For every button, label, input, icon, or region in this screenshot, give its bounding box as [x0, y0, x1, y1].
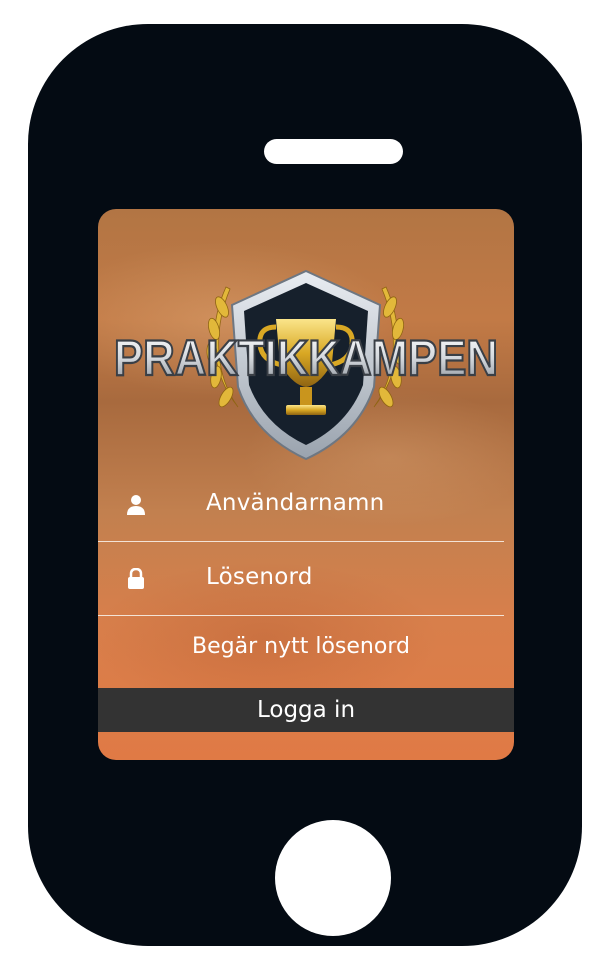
app-screen: PRAKTIKKAMPEN Användarnamn Lösenord Begä… [98, 209, 514, 760]
home-button[interactable] [275, 820, 391, 936]
password-field[interactable]: Lösenord [98, 541, 504, 616]
praktikkampen-logo: PRAKTIKKAMPEN [113, 269, 499, 461]
password-input-placeholder: Lösenord [206, 564, 313, 590]
user-icon [127, 495, 145, 515]
forgot-password-link[interactable]: Begär nytt lösenord [98, 634, 504, 659]
phone-speaker [264, 139, 403, 164]
login-button[interactable]: Logga in [98, 688, 514, 732]
logo-text: PRAKTIKKAMPEN [114, 330, 498, 386]
username-field[interactable]: Användarnamn [98, 467, 504, 542]
lock-icon [128, 568, 144, 589]
username-input-placeholder: Användarnamn [206, 490, 385, 516]
